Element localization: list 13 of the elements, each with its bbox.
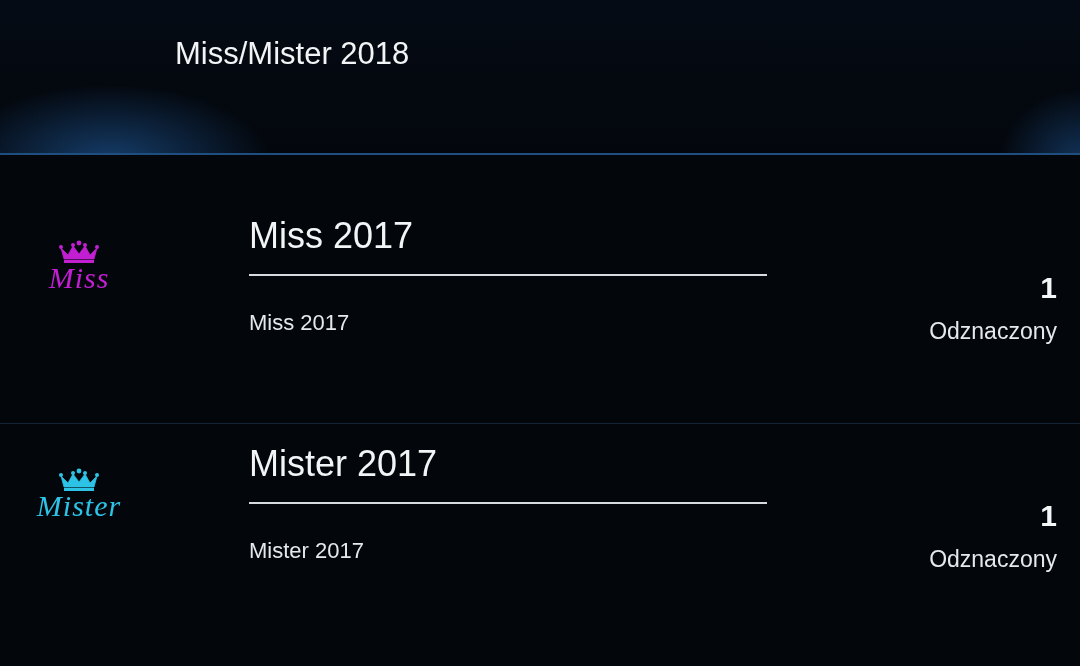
item-title: Miss 2017 <box>249 214 414 258</box>
item-status: Odznaczony <box>929 545 1057 574</box>
list-item[interactable]: Mister Mister 2017 Mister 2017 1 Odznaczony <box>0 423 1080 650</box>
item-count: 1 <box>1040 270 1057 306</box>
logo-text: Miss <box>48 264 110 292</box>
page-title: Miss/Mister 2018 <box>175 35 410 73</box>
item-subtitle: Mister 2017 <box>249 537 364 565</box>
item-title: Mister 2017 <box>249 442 438 486</box>
list-item[interactable]: Miss Miss 2017 Miss 2017 1 Odznaczony <box>0 196 1080 423</box>
item-subtitle: Miss 2017 <box>249 309 350 337</box>
item-count: 1 <box>1040 498 1057 534</box>
item-status: Odznaczony <box>929 317 1057 346</box>
logo-text: Mister <box>36 492 122 520</box>
